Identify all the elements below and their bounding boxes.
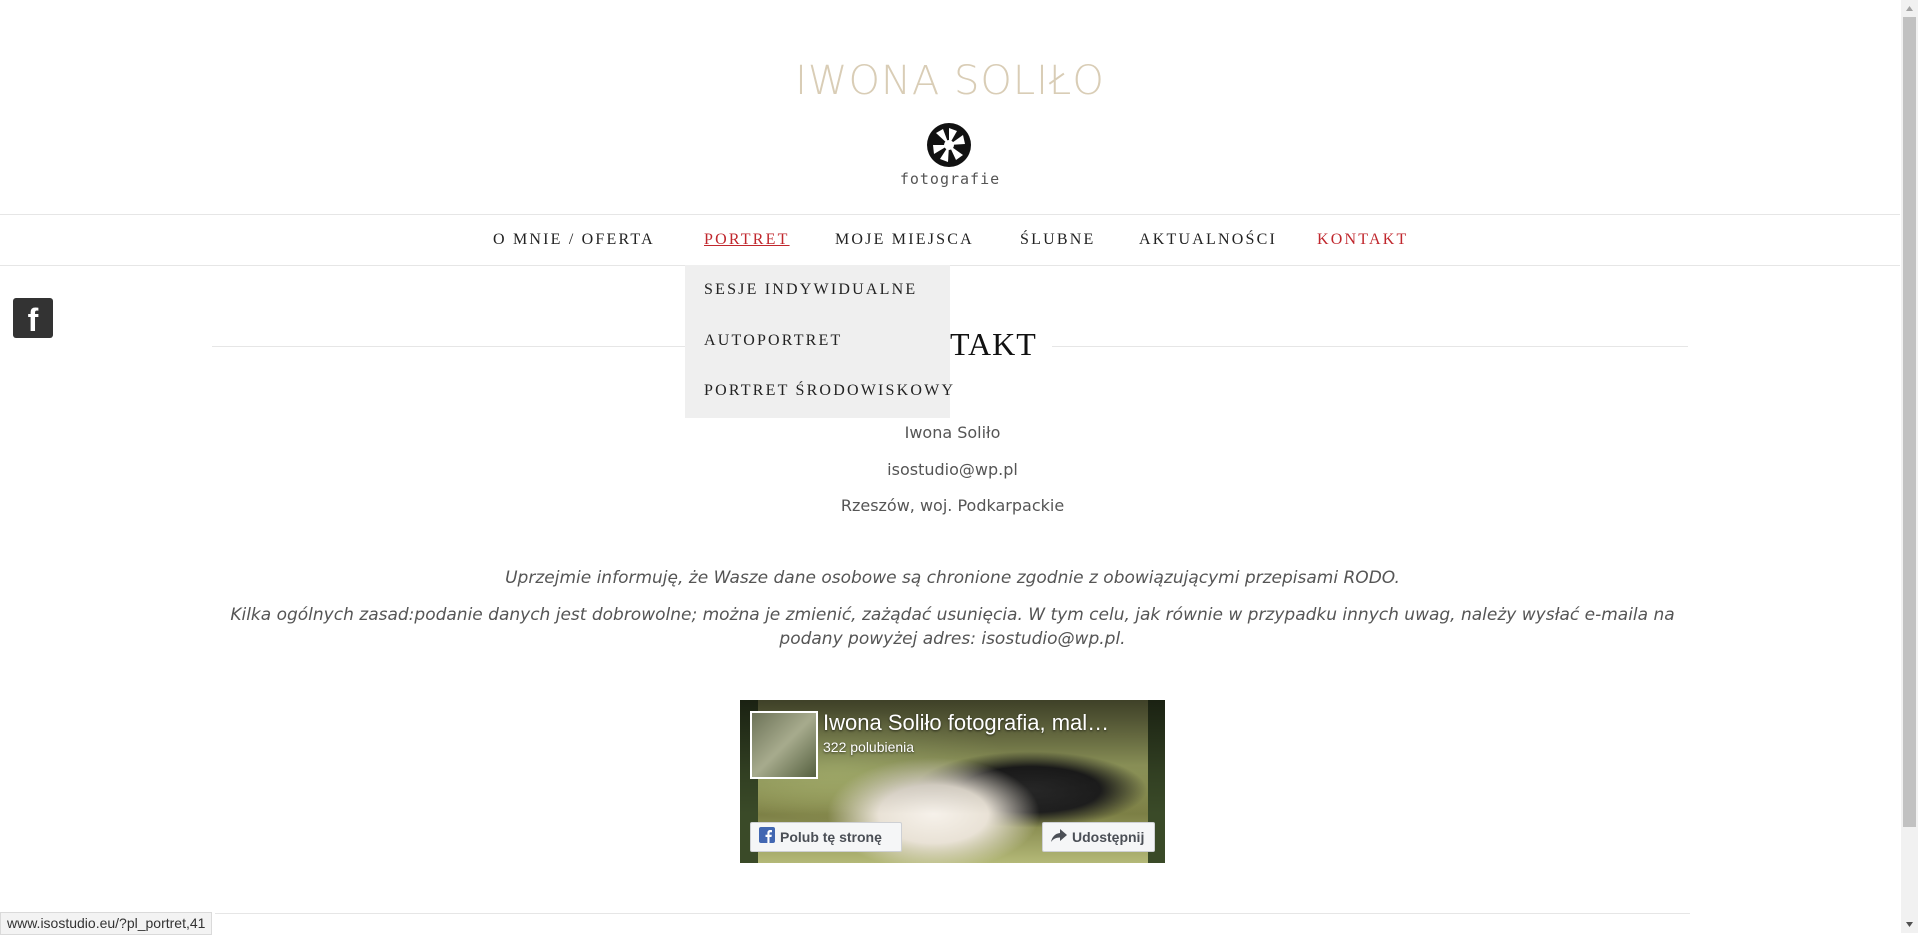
rodo-details: Kilka ogólnych zasad:podanie danych jest… [230,605,1675,649]
nav-item-kontakt[interactable]: KONTAKT [1317,231,1408,249]
facebook-page-widget[interactable]: Iwona Soliło fotografia, mal… 322 polubi… [740,700,1165,863]
nav-item-portret[interactable]: PORTRET [704,231,790,249]
nav-item-aktualnosci[interactable]: AKTUALNOŚCI [1139,231,1277,249]
rodo-info: Uprzejmie informuję, że Wasze dane osobo… [505,568,1400,588]
dropdown-item-portret-srodowiskowy[interactable]: PORTRET ŚRODOWISKOWY [704,382,955,400]
scroll-down-arrow-icon[interactable] [1901,916,1918,933]
fb-like-label: Polub tę stronę [780,829,882,845]
nav-item-o-mnie[interactable]: O MNIE / OFERTA [493,231,655,249]
footer-divider [215,913,1690,914]
logo-subtitle: fotografie [899,170,1001,188]
fb-page-name[interactable]: Iwona Soliło fotografia, mal… [823,710,1109,736]
contact-name: Iwona Soliło [904,423,1001,442]
portret-dropdown-menu: SESJE INDYWIDUALNE AUTOPORTRET PORTRET Ś… [685,265,953,418]
dropdown-item-autoportret[interactable]: AUTOPORTRET [704,332,843,350]
main-nav: O MNIE / OFERTA PORTRET MOJE MIEJSCA ŚLU… [0,214,1900,266]
facebook-like-icon [759,824,775,852]
page-avatar[interactable] [750,711,818,779]
scroll-thumb[interactable] [1903,17,1916,827]
vertical-scrollbar[interactable] [1901,0,1918,933]
contact-location: Rzeszów, woj. Podkarpackie [840,496,1065,515]
share-icon [1051,824,1067,852]
site-logo-text[interactable]: IWONA SOLIŁO [0,58,1900,104]
aperture-logo-icon[interactable] [926,122,972,168]
facebook-icon[interactable]: f [13,298,53,338]
contact-email[interactable]: isostudio@wp.pl [0,460,1905,479]
fb-share-button[interactable]: Udostępnij [1042,822,1155,852]
nav-item-slubne[interactable]: ŚLUBNE [1020,231,1095,249]
dropdown-item-sesje-indywidualne[interactable]: SESJE INDYWIDUALNE [704,281,917,299]
browser-status-bar: www.isostudio.eu/?pl_portret,41 [0,912,213,935]
fb-share-label: Udostępnij [1072,829,1145,845]
scroll-up-arrow-icon[interactable] [1901,0,1918,17]
page-title: TAKT [950,326,1037,362]
fb-like-button[interactable]: Polub tę stronę [750,822,902,852]
nav-item-moje-miejsca[interactable]: MOJE MIEJSCA [835,231,974,249]
fb-likes-count: 322 polubienia [823,739,915,755]
